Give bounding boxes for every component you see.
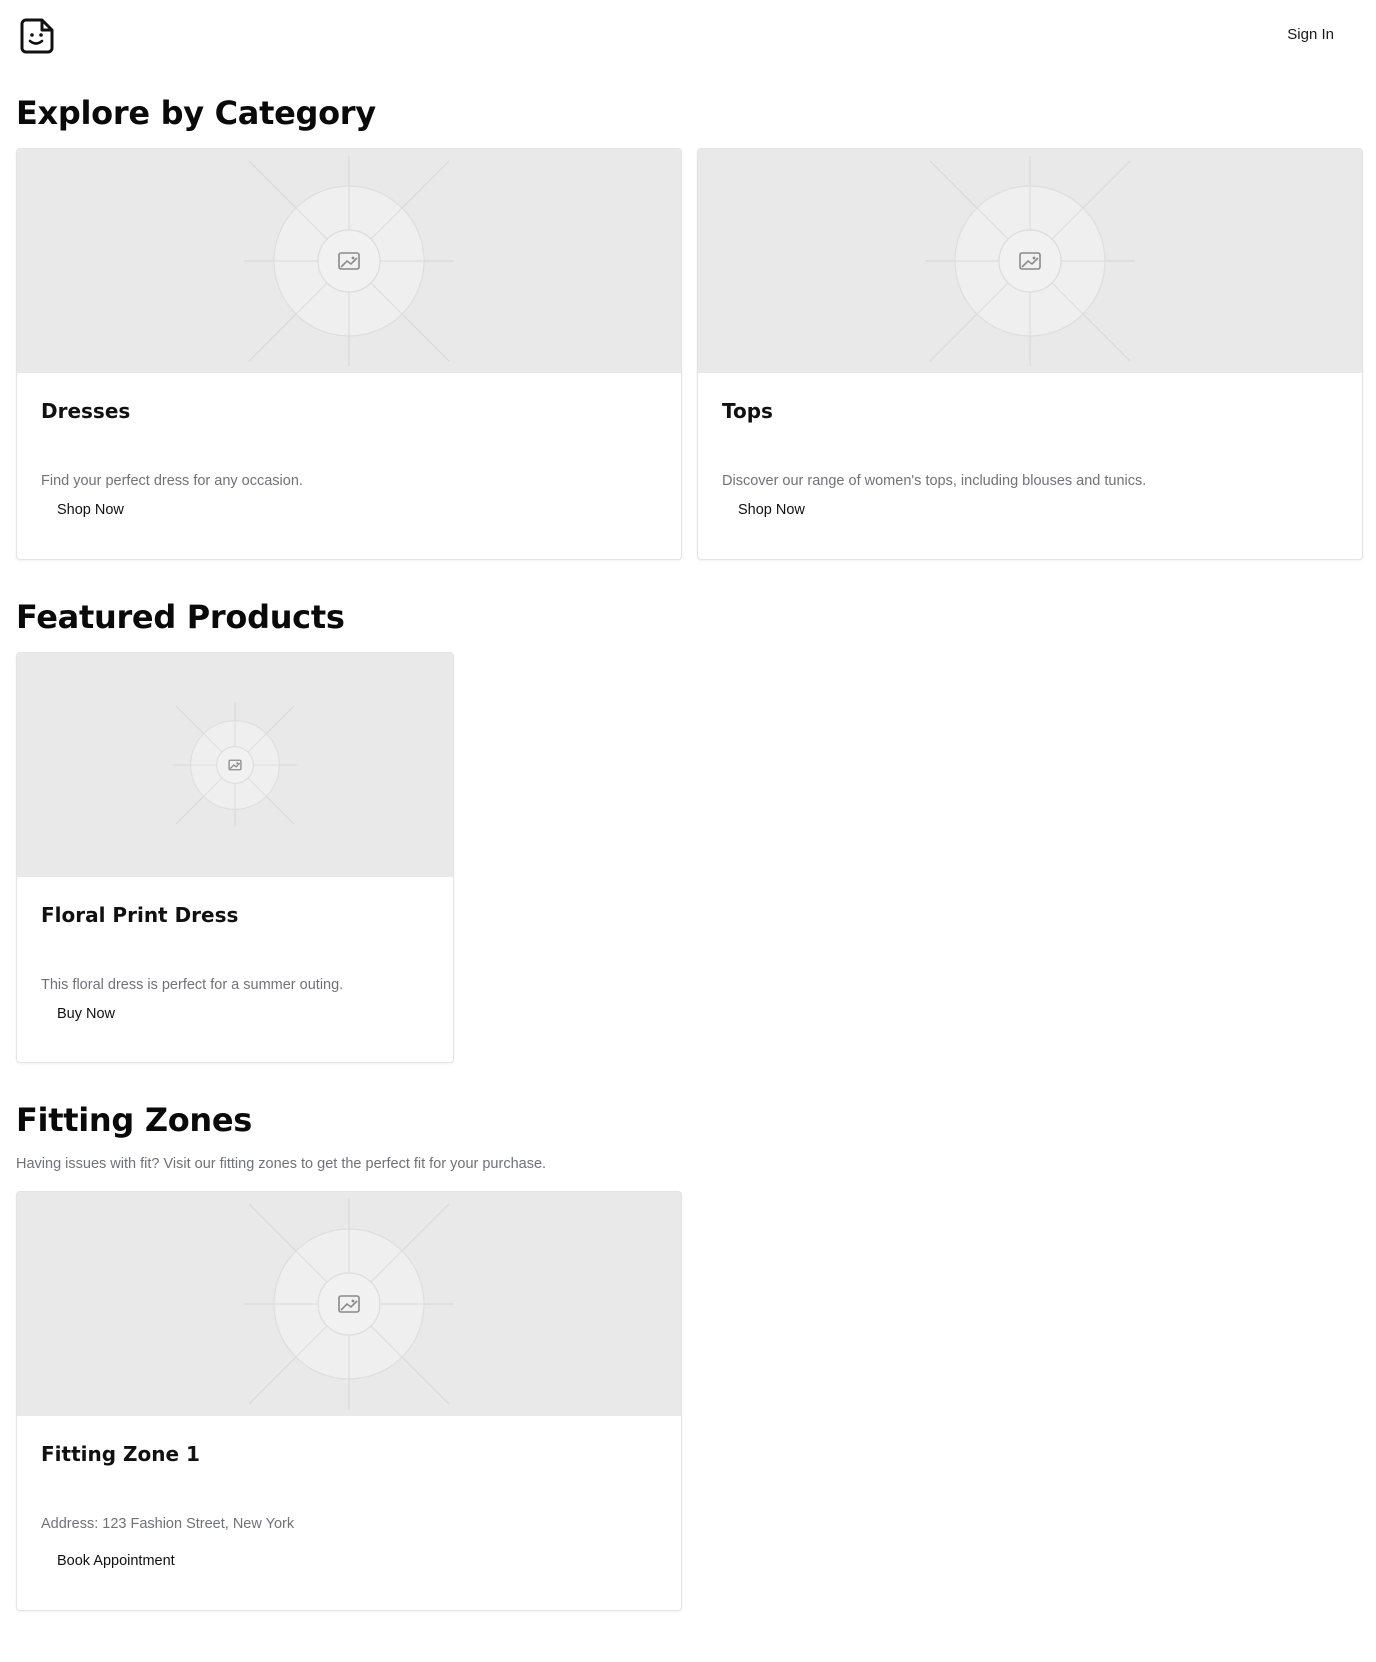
card-description: Find your perfect dress for any occasion… xyxy=(41,473,303,489)
card-title: Floral Print Dress xyxy=(41,903,239,927)
sign-in-button[interactable]: Sign In xyxy=(1287,26,1334,43)
product-image-placeholder xyxy=(17,653,453,877)
fitting-section-subtitle: Having issues with fit? Visit our fittin… xyxy=(16,1156,547,1172)
image-placeholder-icon xyxy=(244,156,454,366)
category-image-placeholder xyxy=(17,149,681,373)
site-header: Sign In xyxy=(0,0,1376,72)
card-description: Address: 123 Fashion Street, New York xyxy=(41,1516,295,1532)
fitting-zone-image-placeholder xyxy=(17,1192,681,1416)
smiley-document-icon[interactable] xyxy=(18,18,54,54)
buy-now-button[interactable]: Buy Now xyxy=(57,1006,115,1022)
shop-now-button[interactable]: Shop Now xyxy=(57,502,124,518)
category-image-placeholder xyxy=(698,149,1362,373)
product-card[interactable]: Floral Print Dress This floral dress is … xyxy=(16,652,454,1063)
category-card-tops[interactable]: Tops Discover our range of women's tops,… xyxy=(697,148,1363,560)
card-description: Discover our range of women's tops, incl… xyxy=(722,473,1147,489)
card-title: Dresses xyxy=(41,399,131,423)
book-appointment-button[interactable]: Book Appointment xyxy=(57,1553,175,1569)
featured-section-title: Featured Products xyxy=(16,598,345,636)
card-description: This floral dress is perfect for a summe… xyxy=(41,977,344,993)
category-card-dresses[interactable]: Dresses Find your perfect dress for any … xyxy=(16,148,682,560)
card-title: Tops xyxy=(722,399,773,423)
fitting-section-title: Fitting Zones xyxy=(16,1101,253,1139)
fitting-zone-card[interactable]: Fitting Zone 1 Address: 123 Fashion Stre… xyxy=(16,1191,682,1611)
image-placeholder-icon xyxy=(244,1199,454,1409)
category-section-title: Explore by Category xyxy=(16,94,376,132)
card-title: Fitting Zone 1 xyxy=(41,1442,200,1466)
shop-now-button[interactable]: Shop Now xyxy=(738,502,805,518)
image-placeholder-icon xyxy=(925,156,1135,366)
image-placeholder-icon xyxy=(172,702,298,828)
